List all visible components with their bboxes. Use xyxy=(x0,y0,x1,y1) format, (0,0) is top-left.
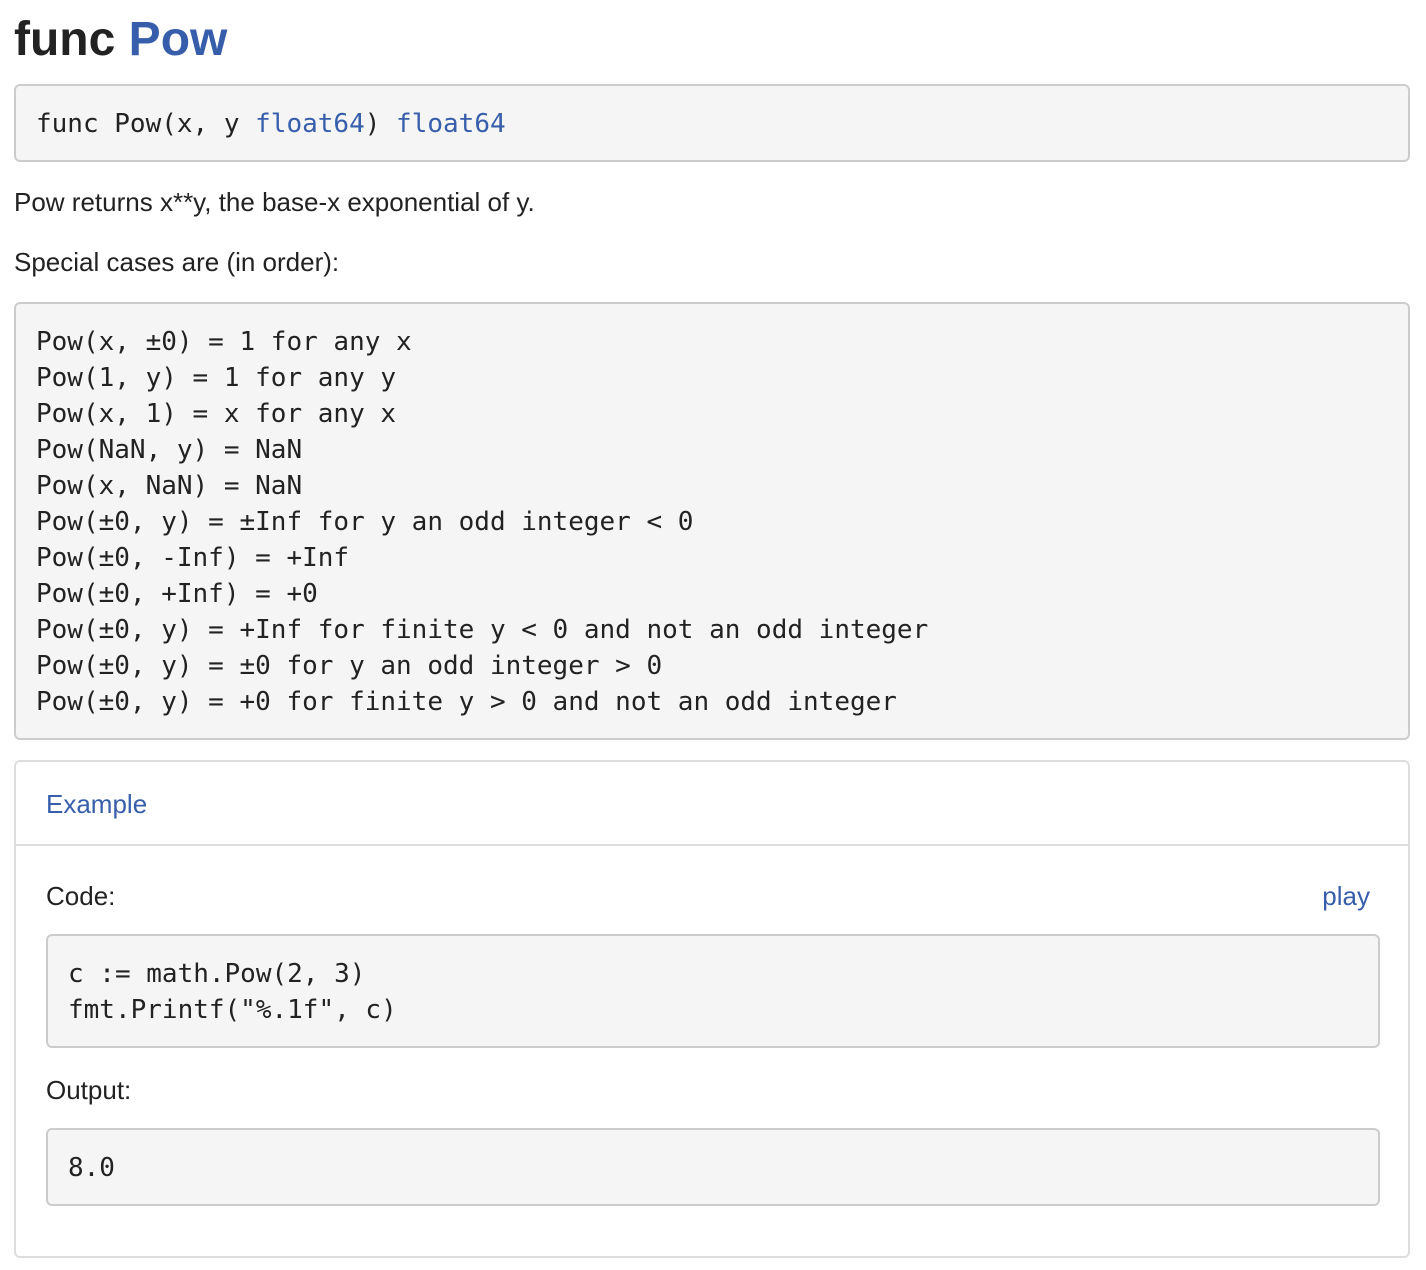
example-header[interactable]: Example xyxy=(16,762,1408,846)
output-label: Output: xyxy=(46,1075,132,1105)
code-line: c := math.Pow(2, 3) xyxy=(68,959,366,989)
doc-page: func Pow func Pow(x, y float64) float64 … xyxy=(14,0,1410,1258)
page-title: func Pow xyxy=(14,0,1410,78)
code-line: fmt.Printf("%.1f", c) xyxy=(68,995,397,1025)
code-label: Code: xyxy=(46,881,116,911)
example-panel: Example Code: play c := math.Pow(2, 3) fm… xyxy=(14,760,1410,1258)
signature-middle: ) xyxy=(364,109,397,139)
signature-block: func Pow(x, y float64) float64 xyxy=(14,84,1410,162)
special-case-line: Pow(±0, y) = +0 for finite y > 0 and not… xyxy=(36,687,897,717)
play-link[interactable]: play xyxy=(1322,878,1370,914)
example-output-block: 8.0 xyxy=(46,1128,1380,1206)
signature-prefix: func Pow(x, y xyxy=(36,109,256,139)
return-type-link[interactable]: float64 xyxy=(396,109,506,139)
special-case-line: Pow(±0, -Inf) = +Inf xyxy=(36,543,350,573)
special-cases-block: Pow(x, ±0) = 1 for any x Pow(1, y) = 1 fo… xyxy=(14,302,1410,740)
special-case-line: Pow(±0, y) = ±0 for y an odd integer > 0 xyxy=(36,651,663,681)
example-toggle-link[interactable]: Example xyxy=(46,786,147,822)
output-line: 8.0 xyxy=(68,1153,115,1183)
doc-summary: Pow returns x**y, the base-x exponential… xyxy=(14,187,535,217)
param-type-link[interactable]: float64 xyxy=(255,109,365,139)
special-case-line: Pow(1, y) = 1 for any y xyxy=(36,363,397,393)
special-case-line: Pow(±0, +Inf) = +0 xyxy=(36,579,318,609)
special-case-line: Pow(x, 1) = x for any x xyxy=(36,399,397,429)
special-case-line: Pow(x, ±0) = 1 for any x xyxy=(36,327,412,357)
example-code-block[interactable]: c := math.Pow(2, 3) fmt.Printf("%.1f", c) xyxy=(46,934,1380,1048)
func-keyword: func xyxy=(14,13,116,66)
func-name-link[interactable]: Pow xyxy=(129,13,228,66)
special-case-line: Pow(NaN, y) = NaN xyxy=(36,435,303,465)
special-case-line: Pow(±0, y) = ±Inf for y an odd integer <… xyxy=(36,507,694,537)
doc-special-cases-intro: Special cases are (in order): xyxy=(14,247,340,277)
special-case-line: Pow(±0, y) = +Inf for finite y < 0 and n… xyxy=(36,615,929,645)
special-case-line: Pow(x, NaN) = NaN xyxy=(36,471,303,501)
